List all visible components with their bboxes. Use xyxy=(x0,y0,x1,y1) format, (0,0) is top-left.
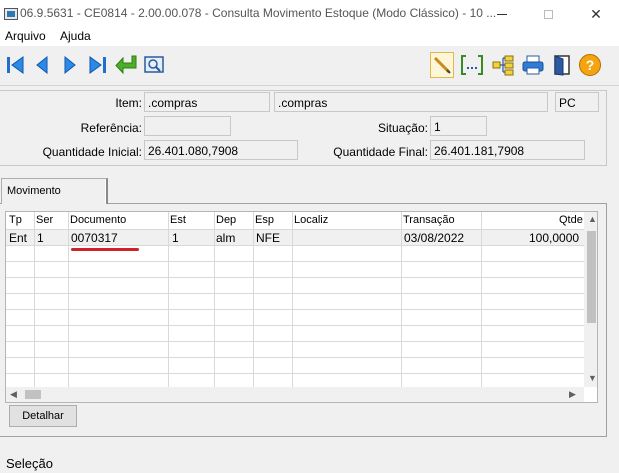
help-button[interactable]: ? xyxy=(578,52,602,78)
detalhar-button[interactable]: Detalhar xyxy=(9,405,77,427)
situacao-field[interactable]: 1 xyxy=(430,116,487,136)
minimize-icon xyxy=(497,13,507,15)
column-header-localiz[interactable]: Localiz xyxy=(294,214,328,226)
scroll-right-icon[interactable]: ▶ xyxy=(569,389,576,400)
menu-ajuda[interactable]: Ajuda xyxy=(60,29,91,43)
menu-arquivo[interactable]: Arquivo xyxy=(5,29,46,43)
return-button[interactable] xyxy=(114,52,138,78)
close-button[interactable]: ✕ xyxy=(573,0,619,28)
preview-icon xyxy=(144,56,164,73)
table-row[interactable] xyxy=(6,357,584,373)
column-header-tp[interactable]: Tp xyxy=(9,214,22,226)
red-underline-annotation xyxy=(71,248,139,251)
column-header-transacao[interactable]: Transação xyxy=(403,214,455,226)
column-divider xyxy=(401,212,402,387)
first-record-button[interactable] xyxy=(3,52,27,78)
first-icon xyxy=(7,56,24,74)
quantidade-final-field[interactable]: 26.401.181,7908 xyxy=(430,140,585,160)
edit-button[interactable] xyxy=(430,52,454,78)
column-divider xyxy=(214,212,215,387)
column-header-esp[interactable]: Esp xyxy=(255,214,274,226)
movimento-grid[interactable]: Tp Ser Documento Est Dep Esp Localiz Tra… xyxy=(5,211,598,403)
cell-dep: alm xyxy=(216,231,236,245)
column-divider xyxy=(292,212,293,387)
item-code-field[interactable]: .compras xyxy=(144,92,270,112)
table-row[interactable] xyxy=(6,309,584,325)
range-icon xyxy=(461,55,483,75)
next-record-button[interactable] xyxy=(58,52,82,78)
cell-ser: 1 xyxy=(37,231,44,245)
preview-button[interactable] xyxy=(142,52,166,78)
table-row[interactable] xyxy=(6,373,584,387)
scroll-left-icon[interactable]: ◀ xyxy=(10,389,17,400)
tree-icon xyxy=(492,55,514,76)
print-button[interactable] xyxy=(521,52,545,78)
table-row[interactable]: Ent 1 0070317 1 alm NFE 03/08/2022 100,0… xyxy=(6,229,584,245)
cell-est: 1 xyxy=(172,231,179,245)
column-divider xyxy=(481,212,482,387)
table-row[interactable] xyxy=(6,261,584,277)
toolbar: ? xyxy=(0,46,619,86)
item-unit-field[interactable]: PC xyxy=(555,92,599,112)
cell-esp: NFE xyxy=(256,231,280,245)
column-divider xyxy=(168,212,169,387)
column-header-documento[interactable]: Documento xyxy=(70,214,126,226)
previous-record-button[interactable] xyxy=(30,52,54,78)
status-bar: Seleção xyxy=(0,450,619,473)
title-bar: 06.9.5631 - CE0814 - 2.00.00.078 - Consu… xyxy=(0,0,619,28)
column-header-est[interactable]: Est xyxy=(170,214,186,226)
cell-tp: Ent xyxy=(9,231,28,245)
menu-bar: Arquivo Ajuda xyxy=(0,28,619,46)
next-icon xyxy=(64,55,76,75)
window-title: 06.9.5631 - CE0814 - 2.00.00.078 - Consu… xyxy=(20,6,497,20)
column-header-dep[interactable]: Dep xyxy=(216,214,236,226)
last-icon xyxy=(89,56,106,74)
table-row[interactable] xyxy=(6,325,584,341)
help-icon: ? xyxy=(579,54,601,76)
exit-button[interactable] xyxy=(550,52,574,78)
exit-icon xyxy=(554,55,570,76)
horizontal-scrollbar[interactable]: ◀ ▶ xyxy=(6,387,584,402)
referencia-field[interactable] xyxy=(144,116,231,136)
column-divider xyxy=(253,212,254,387)
svg-text:?: ? xyxy=(586,57,595,73)
maximize-icon xyxy=(543,9,553,19)
status-text: Seleção xyxy=(6,456,53,471)
column-divider xyxy=(34,212,35,387)
quantidade-inicial-field[interactable]: 26.401.080,7908 xyxy=(144,140,298,160)
horizontal-scroll-thumb[interactable] xyxy=(25,390,41,399)
previous-icon xyxy=(36,55,48,75)
app-icon xyxy=(4,8,18,20)
cell-qtde: 100,0000 xyxy=(529,231,580,245)
maximize-button[interactable] xyxy=(525,0,571,28)
column-header-ser[interactable]: Ser xyxy=(36,214,53,226)
situacao-label: Situação: xyxy=(377,121,428,135)
column-header-qtde[interactable]: Qtde xyxy=(559,214,583,226)
scroll-up-icon[interactable]: ▲ xyxy=(588,214,597,224)
table-row[interactable] xyxy=(6,277,584,293)
table-row[interactable] xyxy=(6,341,584,357)
cell-transacao: 03/08/2022 xyxy=(404,231,465,245)
quantidade-inicial-label: Quantidade Inicial: xyxy=(42,145,142,159)
close-icon: ✕ xyxy=(590,5,602,22)
cell-documento: 0070317 xyxy=(71,231,118,245)
referencia-label: Referência: xyxy=(80,121,142,135)
quantidade-final-label: Quantidade Final: xyxy=(333,145,428,159)
pencil-icon xyxy=(433,56,451,74)
scroll-down-icon[interactable]: ▼ xyxy=(588,373,597,383)
item-label: Item: xyxy=(115,96,142,110)
print-icon xyxy=(522,55,544,75)
item-description-field[interactable]: .compras xyxy=(274,92,548,112)
vertical-scroll-thumb[interactable] xyxy=(587,231,596,323)
column-divider xyxy=(68,212,69,387)
minimize-button[interactable] xyxy=(479,0,525,28)
table-row[interactable] xyxy=(6,293,584,309)
tree-button[interactable] xyxy=(491,52,515,78)
return-icon xyxy=(115,55,137,75)
last-record-button[interactable] xyxy=(86,52,110,78)
grid-header: Tp Ser Documento Est Dep Esp Localiz Tra… xyxy=(6,212,597,229)
tab-movimento[interactable]: Movimento xyxy=(1,178,108,204)
vertical-scrollbar[interactable]: ▲ ▼ xyxy=(584,212,597,387)
range-button[interactable] xyxy=(460,52,484,78)
